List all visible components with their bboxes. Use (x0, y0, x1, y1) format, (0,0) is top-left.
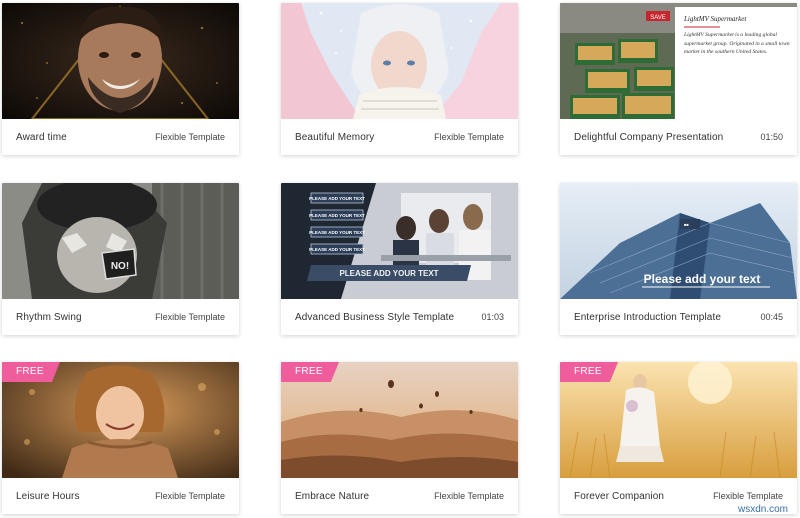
placeholder-box-3: PLEASE ADD YOUR TEXT (309, 230, 365, 235)
template-card[interactable]: Beautiful Memory Flexible Template (281, 3, 518, 155)
template-card[interactable]: FREE Embrace Nature Flexible Template (281, 362, 518, 514)
watermark: wsxdn.com (737, 504, 788, 515)
template-card[interactable]: NO! Rhythm Swing Flexible Template (2, 183, 239, 335)
template-duration: 00:45 (760, 312, 783, 322)
template-title: Leisure Hours (16, 490, 80, 502)
template-thumbnail: PLEASE ADD YOUR TEXT PLEASE ADD YOUR TEX… (281, 183, 518, 299)
template-title: Forever Companion (574, 490, 665, 502)
template-title: Embrace Nature (295, 490, 370, 502)
placeholder-banner: PLEASE ADD YOUR TEXT (339, 269, 438, 278)
template-thumbnail: NO! (2, 183, 239, 299)
free-badge: FREE (281, 362, 339, 382)
template-thumbnail: SAVE LightMV Supermarket LightMV Superma… (560, 3, 797, 119)
template-card[interactable]: Award time Flexible Template (2, 3, 239, 155)
template-type: Flexible Template (155, 132, 225, 142)
template-thumbnail: FREE (560, 362, 797, 478)
template-thumbnail: ■■ Please add your text (560, 183, 797, 299)
placeholder-box-1: PLEASE ADD YOUR TEXT (309, 196, 365, 201)
template-thumbnail (281, 3, 518, 119)
template-thumbnail (2, 3, 239, 119)
svg-text:■■: ■■ (684, 222, 689, 227)
template-duration: 01:50 (760, 132, 783, 142)
template-card[interactable]: FREE Leisure Hours Flexible Template (2, 362, 239, 514)
template-type: Flexible Template (434, 132, 504, 142)
enterprise-overlay-text: Please add your text (644, 272, 761, 286)
supermarket-text: LightMV Supermarket is a leading global … (684, 32, 790, 56)
template-card[interactable]: ■■ Please add your text Enterprise Intro… (560, 183, 797, 335)
free-badge: FREE (560, 362, 618, 382)
template-title: Enterprise Introduction Template (574, 311, 721, 323)
template-type: Flexible Template (713, 491, 783, 501)
template-card[interactable]: PLEASE ADD YOUR TEXT PLEASE ADD YOUR TEX… (281, 183, 518, 335)
no-sign-text: NO! (111, 261, 129, 272)
template-duration: 01:03 (481, 312, 504, 322)
template-title: Delightful Company Presentation (574, 131, 724, 143)
template-thumbnail: FREE (2, 362, 239, 478)
template-title: Beautiful Memory (295, 131, 375, 143)
template-title: Rhythm Swing (16, 311, 82, 323)
placeholder-box-2: PLEASE ADD YOUR TEXT (309, 213, 365, 218)
template-title: Advanced Business Style Template (295, 311, 455, 323)
placeholder-box-4: PLEASE ADD YOUR TEXT (309, 247, 365, 252)
save-sign: SAVE (650, 15, 666, 21)
free-badge: FREE (2, 362, 60, 382)
supermarket-title: LightMV Supermarket (683, 15, 747, 23)
template-type: Flexible Template (155, 491, 225, 501)
template-type: Flexible Template (434, 491, 504, 501)
template-card[interactable]: SAVE LightMV Supermarket LightMV Superma… (560, 3, 797, 155)
template-thumbnail: FREE (281, 362, 518, 478)
template-card[interactable]: FREE Forever Companion Flexible Template (560, 362, 797, 514)
template-type: Flexible Template (155, 312, 225, 322)
template-title: Award time (16, 131, 67, 143)
